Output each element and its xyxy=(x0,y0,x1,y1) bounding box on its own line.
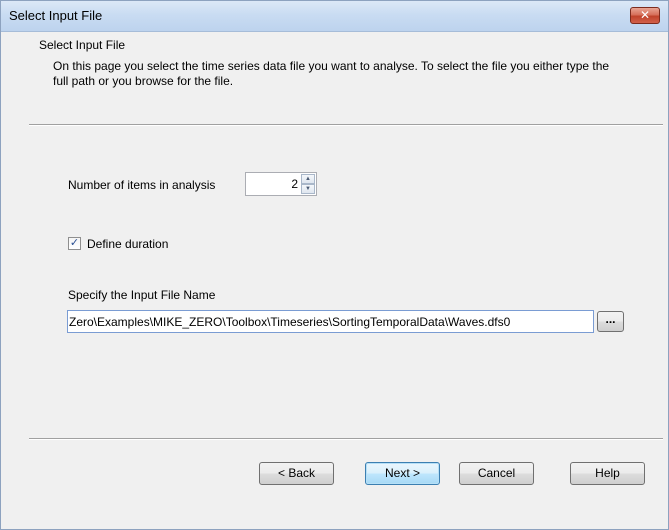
items-count-label: Number of items in analysis xyxy=(68,178,216,192)
close-icon: ✕ xyxy=(639,8,651,22)
cancel-button[interactable]: Cancel xyxy=(459,462,534,485)
window-title: Select Input File xyxy=(9,8,103,23)
close-button[interactable]: ✕ xyxy=(630,7,660,24)
items-count-value[interactable]: 2 xyxy=(291,177,298,191)
page-description: On this page you select the time series … xyxy=(53,59,610,88)
header-separator xyxy=(29,124,663,126)
next-button[interactable]: Next > xyxy=(365,462,440,485)
stepper-up-button[interactable]: ▲ xyxy=(301,174,315,184)
chevron-down-icon: ▼ xyxy=(305,186,311,192)
define-duration-checkbox[interactable]: ✓ xyxy=(68,237,81,250)
input-file-label: Specify the Input File Name xyxy=(68,288,216,302)
footer-separator xyxy=(29,438,663,440)
browse-button[interactable]: ... xyxy=(597,311,624,332)
input-file-field[interactable] xyxy=(67,310,594,333)
items-count-stepper[interactable]: 2 ▲ ▼ xyxy=(245,172,317,196)
dialog-content xyxy=(1,32,668,529)
title-bar[interactable]: Select Input File ✕ xyxy=(1,1,668,32)
page-heading: Select Input File xyxy=(39,38,126,52)
define-duration-label[interactable]: Define duration xyxy=(87,237,168,251)
chevron-up-icon: ▲ xyxy=(305,176,311,182)
select-input-file-dialog: Select Input File ✕ Select Input File On… xyxy=(0,0,669,530)
checkmark-icon: ✓ xyxy=(69,237,80,249)
back-button[interactable]: < Back xyxy=(259,462,334,485)
stepper-buttons: ▲ ▼ xyxy=(301,174,315,194)
stepper-down-button[interactable]: ▼ xyxy=(301,184,315,194)
help-button[interactable]: Help xyxy=(570,462,645,485)
